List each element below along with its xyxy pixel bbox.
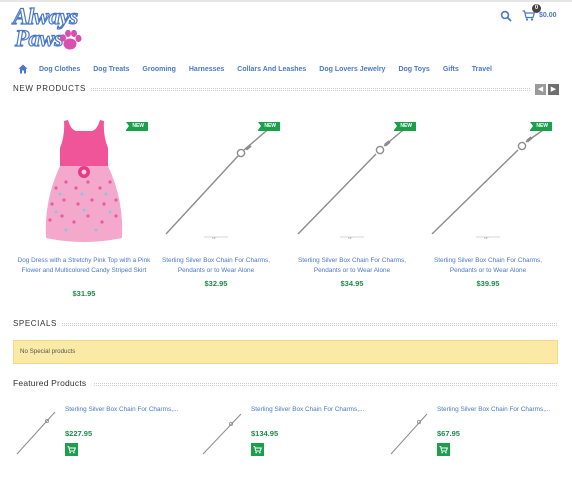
featured-product-card: Sterling Silver Box Chain For Charms,...… bbox=[13, 402, 188, 462]
new-badge: NEW bbox=[530, 122, 552, 131]
featured-product-card: Sterling Silver Box Chain For Charms,...… bbox=[385, 402, 560, 462]
chevron-left-icon: ◀ bbox=[537, 86, 544, 93]
featured-product-price: $227.95 bbox=[65, 429, 93, 438]
featured-product-price: $134.95 bbox=[251, 429, 279, 438]
home-icon[interactable] bbox=[18, 64, 28, 74]
product-card: 18" NEW Sterling Silver Box Chain For Ch… bbox=[148, 116, 284, 306]
nav-item-grooming[interactable]: Grooming bbox=[142, 66, 175, 73]
nav-item-dog-lovers-jewelry[interactable]: Dog Lovers Jewelry bbox=[319, 66, 385, 73]
main-nav: Dog Clothes Dog Treats Grooming Harnesse… bbox=[18, 62, 505, 76]
section-divider bbox=[86, 88, 530, 91]
new-products-title: NEW PRODUCTS bbox=[13, 84, 90, 93]
product-price: $34.95 bbox=[340, 279, 364, 288]
add-to-cart-icon bbox=[439, 446, 448, 454]
nav-item-harnesses[interactable]: Harnesses bbox=[189, 66, 224, 73]
new-badge: NEW bbox=[126, 122, 148, 131]
nav-item-gifts[interactable]: Gifts bbox=[443, 66, 459, 73]
top-rule bbox=[0, 0, 572, 2]
new-badge: NEW bbox=[258, 122, 280, 131]
product-name[interactable]: Sterling Silver Box Chain For Charms, Pe… bbox=[148, 256, 284, 275]
product-name[interactable]: Sterling Silver Box Chain For Charms, Pe… bbox=[420, 256, 556, 275]
product-name[interactable]: Sterling Silver Box Chain For Charms, Pe… bbox=[284, 256, 420, 275]
product-image-silver-chain[interactable]: 18" bbox=[420, 116, 556, 248]
specials-title: SPECIALS bbox=[13, 319, 61, 328]
new-badge: NEW bbox=[394, 122, 416, 131]
featured-products-title: Featured Products bbox=[13, 378, 91, 388]
product-name[interactable]: Dog Dress with a Stretchy Pink Top with … bbox=[16, 256, 152, 275]
logo[interactable]: Always Paws bbox=[12, 4, 83, 53]
nav-item-dog-clothes[interactable]: Dog Clothes bbox=[39, 66, 80, 73]
add-to-cart-button[interactable] bbox=[437, 443, 450, 456]
featured-product-price: $67.95 bbox=[437, 429, 460, 438]
carousel-next-button[interactable]: ▶ bbox=[548, 84, 559, 95]
nav-item-travel[interactable]: Travel bbox=[472, 66, 492, 73]
featured-product-name[interactable]: Sterling Silver Box Chain For Charms,... bbox=[251, 406, 364, 413]
search-icon[interactable] bbox=[500, 10, 512, 22]
product-image-silver-chain[interactable] bbox=[385, 408, 431, 458]
svg-text:18": 18" bbox=[212, 236, 216, 240]
svg-text:18": 18" bbox=[484, 236, 488, 240]
product-image-silver-chain[interactable] bbox=[199, 408, 245, 458]
add-to-cart-icon bbox=[253, 446, 262, 454]
featured-product-name[interactable]: Sterling Silver Box Chain For Charms,... bbox=[437, 406, 550, 413]
add-to-cart-icon bbox=[67, 446, 76, 454]
logo-text-paws: Paws bbox=[14, 26, 64, 51]
specials-empty-message: No Special products bbox=[13, 340, 558, 364]
featured-product-card: Sterling Silver Box Chain For Charms,...… bbox=[199, 402, 374, 462]
product-image-silver-chain[interactable] bbox=[13, 408, 59, 458]
paw-icon bbox=[60, 29, 82, 50]
product-price: $32.95 bbox=[204, 279, 228, 288]
section-divider bbox=[60, 323, 557, 326]
product-card: 18" NEW Sterling Silver Box Chain For Ch… bbox=[420, 116, 556, 306]
chevron-right-icon: ▶ bbox=[550, 86, 557, 93]
nav-item-dog-treats[interactable]: Dog Treats bbox=[93, 66, 129, 73]
carousel-prev-button[interactable]: ◀ bbox=[535, 84, 546, 95]
logo-text-always: Always bbox=[12, 4, 78, 29]
product-card: NEW Dog Dress with a Stretchy Pink Top w… bbox=[16, 116, 152, 306]
product-image-silver-chain[interactable]: 18" bbox=[284, 116, 420, 248]
product-price: $39.95 bbox=[476, 279, 500, 288]
product-price: $31.95 bbox=[72, 289, 96, 298]
add-to-cart-button[interactable] bbox=[65, 443, 78, 456]
cart-total: $0.00 bbox=[539, 12, 557, 19]
featured-product-name[interactable]: Sterling Silver Box Chain For Charms,... bbox=[65, 406, 178, 413]
nav-item-dog-toys[interactable]: Dog Toys bbox=[398, 66, 429, 73]
product-image-dog-dress[interactable] bbox=[16, 116, 152, 248]
nav-item-collars-and-leashes[interactable]: Collars And Leashes bbox=[237, 66, 306, 73]
svg-text:18": 18" bbox=[348, 236, 352, 240]
section-divider bbox=[94, 383, 557, 386]
add-to-cart-button[interactable] bbox=[251, 443, 264, 456]
product-image-silver-chain[interactable]: 18" bbox=[148, 116, 284, 248]
product-card: 18" NEW Sterling Silver Box Chain For Ch… bbox=[284, 116, 420, 306]
